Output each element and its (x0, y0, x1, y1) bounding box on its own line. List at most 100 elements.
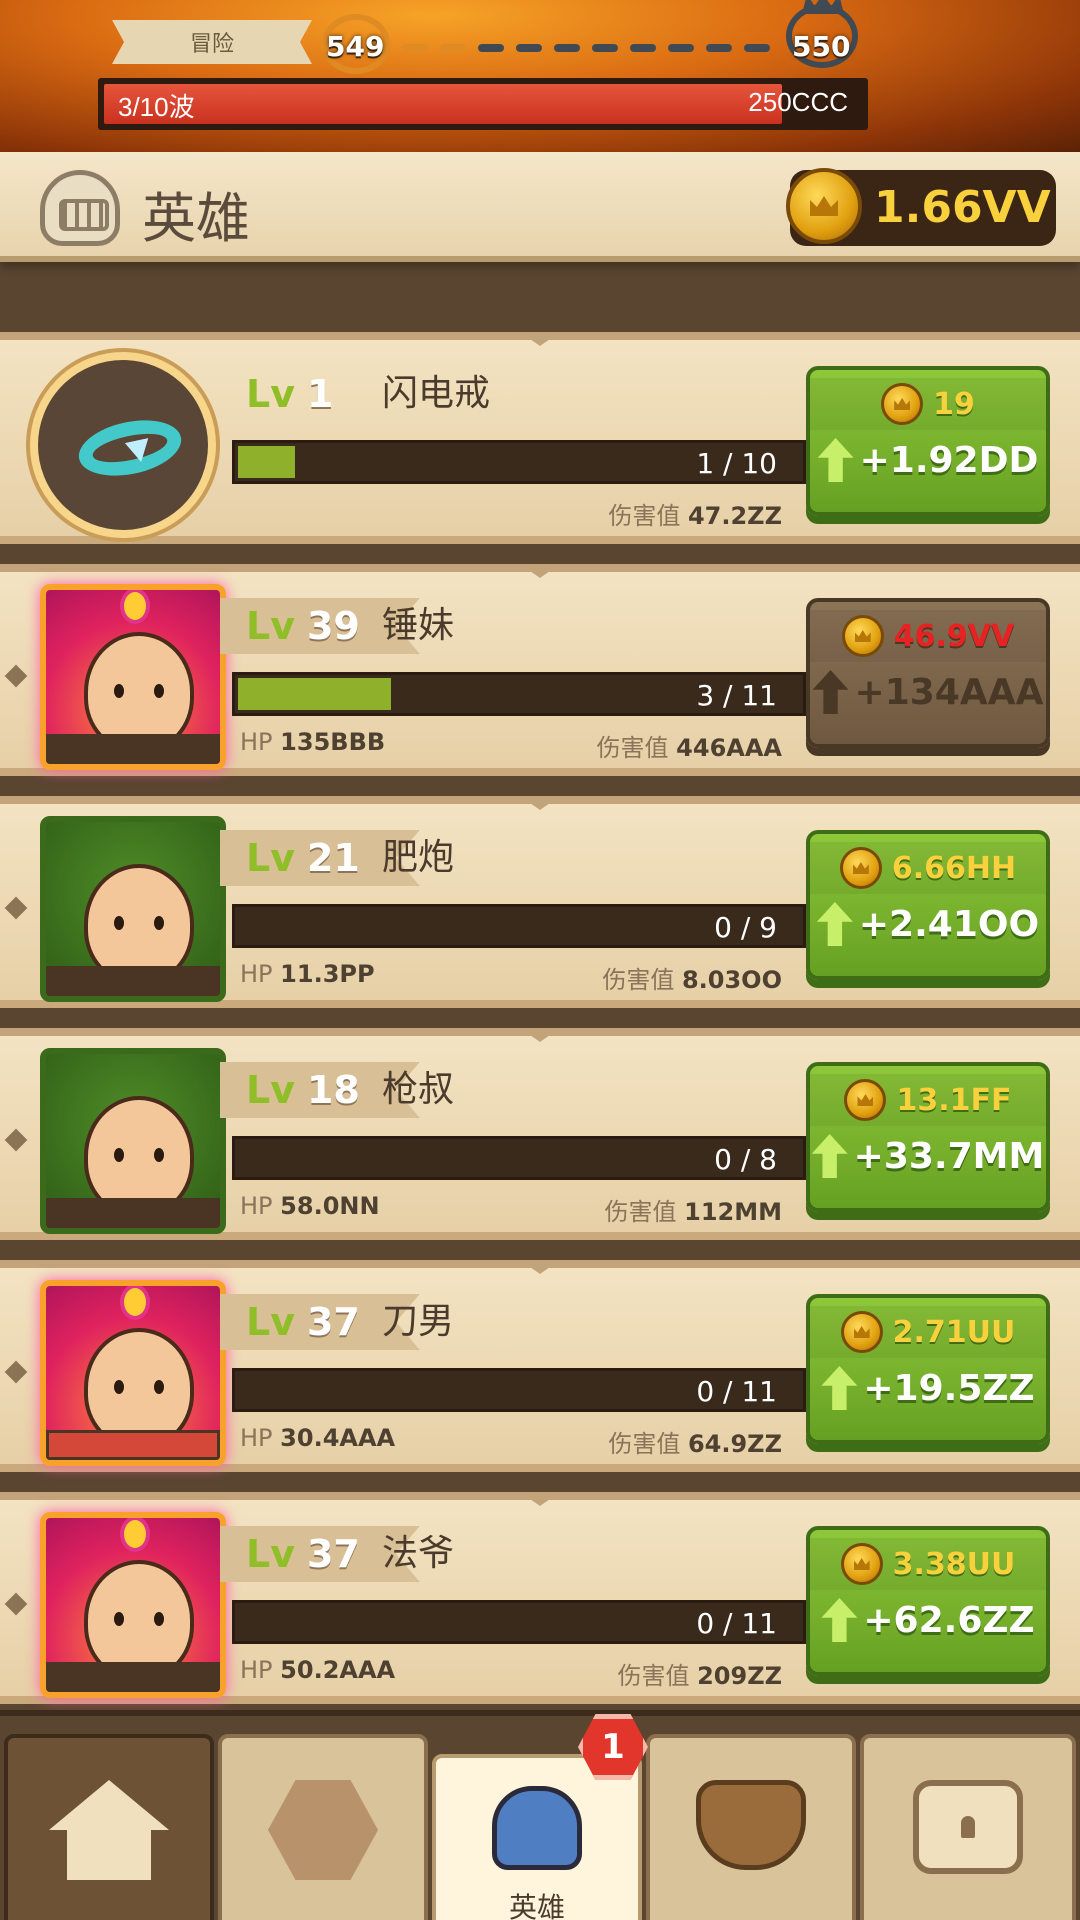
helmet-icon (40, 170, 120, 246)
lightning-ring-icon[interactable] (30, 352, 216, 538)
damage-value: 446AAA (676, 734, 782, 762)
upgrade-button[interactable]: 13.1FF +33.7MM (806, 1062, 1050, 1212)
tab-alchemy[interactable] (646, 1734, 856, 1920)
damage-label: 伤害值 (604, 1198, 677, 1226)
portrait-status-bar (46, 966, 220, 996)
adventure-panel: 冒险 549 550 3/10波 250CCC (0, 0, 1080, 152)
hero-damage: 伤害值 47.2ZZ (608, 496, 782, 531)
stage-path-dot (440, 44, 466, 52)
upgrade-button[interactable]: 2.71UU +19.5ZZ (806, 1294, 1050, 1444)
cost-value: 13.1FF (896, 1082, 1012, 1118)
hero-row[interactable]: Lv 37 法爷 0 / 11 HP 50.2AAA 伤害值 209ZZ 3.38UU +62… (0, 1492, 1080, 1704)
hero-name: 闪电戒 (382, 373, 491, 414)
hp-value: 30.4AAA (280, 1424, 396, 1452)
hero-row[interactable]: Lv 1 闪电戒 1 / 10 伤害值 47.2ZZ 19 +1.92DD (0, 332, 1080, 544)
gain-value: +1.92DD (859, 439, 1039, 481)
diamond-marker-icon (4, 1128, 28, 1152)
portrait-status-bar (46, 1430, 220, 1460)
gold-counter: 1.66VV (786, 168, 1056, 246)
upgrade-progress-text: 3 / 11 (696, 679, 777, 712)
portrait-status-bar (46, 1662, 220, 1692)
upgrade-cost: 2.71UU (810, 1306, 1046, 1358)
diamond-marker-icon (4, 1360, 28, 1384)
hero-hp: HP 30.4AAA (240, 1424, 395, 1452)
gold-coin-icon (840, 1543, 883, 1585)
hero-damage: 伤害值 446AAA (597, 728, 782, 763)
hero-name: 枪叔 (382, 1069, 455, 1110)
gain-value: +62.6ZZ (863, 1599, 1035, 1641)
stage-path-dot (668, 44, 694, 52)
damage-value: 8.03OO (681, 966, 782, 994)
upgrade-button[interactable]: 19 +1.92DD (806, 366, 1050, 516)
row-notch (520, 564, 560, 578)
gold-coin-icon (844, 1079, 887, 1121)
hero-portrait[interactable] (40, 816, 226, 1002)
hp-value: 135BBB (280, 728, 386, 756)
gain-value: +19.5ZZ (863, 1367, 1035, 1409)
upgrade-progress-fill (238, 446, 295, 478)
tab-treasure[interactable] (860, 1734, 1076, 1920)
hero-damage: 伤害值 8.03OO (602, 960, 782, 995)
row-notch (520, 1492, 560, 1506)
level-prefix: Lv (246, 1068, 295, 1112)
level-tag: Lv 1 (220, 366, 393, 422)
gold-coin-icon (786, 168, 862, 244)
upgrade-button[interactable]: 46.9VV +134AAA (806, 598, 1050, 748)
hp-label: HP (240, 1424, 273, 1452)
damage-value: 209ZZ (697, 1662, 782, 1690)
legend-crest-icon (120, 1518, 150, 1552)
gold-amount: 1.66VV (874, 182, 1051, 233)
hp-value: 50.2AAA (280, 1656, 396, 1684)
tab-runes[interactable] (218, 1734, 428, 1920)
upgrade-button[interactable]: 6.66HH +2.41OO (806, 830, 1050, 980)
upgrade-progress-bar: 0 / 8 (232, 1136, 806, 1180)
upgrade-progress-fill (238, 678, 392, 710)
hero-portrait[interactable] (40, 1512, 226, 1698)
up-arrow-icon (821, 1598, 858, 1642)
hero-portrait[interactable] (40, 1048, 226, 1234)
damage-label: 伤害值 (617, 1662, 690, 1690)
level-prefix: Lv (246, 372, 295, 416)
treasure-chest-icon (913, 1780, 1023, 1874)
tab-camp[interactable] (4, 1734, 214, 1920)
up-arrow-icon (816, 902, 853, 946)
wave-hp-bar: 3/10波 250CCC (98, 78, 868, 130)
hero-name: 锤妹 (382, 605, 455, 646)
upgrade-progress-text: 0 / 11 (696, 1607, 777, 1640)
hero-row[interactable]: Lv 39 锤妹 3 / 11 HP 135BBB 伤害值 446AAA 46.9VV +13… (0, 564, 1080, 776)
hero-hp: HP 50.2AAA (240, 1656, 395, 1684)
hero-portrait[interactable] (40, 1280, 226, 1466)
gold-coin-icon (881, 383, 924, 425)
upgrade-gain: +62.6ZZ (810, 1598, 1046, 1642)
level-prefix: Lv (246, 1300, 295, 1344)
hero-list[interactable]: Lv 1 闪电戒 1 / 10 伤害值 47.2ZZ 19 +1.92DD Lv 39 锤妹 3 /… (0, 262, 1080, 1710)
hero-portrait[interactable] (40, 584, 226, 770)
diamond-marker-icon (4, 664, 28, 688)
hp-label: HP (240, 1656, 273, 1684)
stage-path-dot (554, 44, 580, 52)
hp-label: HP (240, 960, 273, 988)
ring-gem-icon (73, 411, 187, 485)
up-arrow-icon (812, 670, 849, 714)
hero-hp: HP 11.3PP (240, 960, 375, 988)
upgrade-button[interactable]: 3.38UU +62.6ZZ (806, 1526, 1050, 1676)
gain-value: +2.41OO (858, 903, 1040, 945)
page-title: 英雄 (142, 187, 250, 250)
wave-hp-fill (104, 84, 782, 124)
enemy-hp: 250CCC (748, 87, 848, 117)
level-number: 37 (306, 1300, 360, 1344)
hero-row[interactable]: Lv 37 刀男 0 / 11 HP 30.4AAA 伤害值 64.9ZZ 2.71UU +1… (0, 1260, 1080, 1472)
level-prefix: Lv (246, 604, 295, 648)
portrait-status-bar (46, 734, 220, 764)
bottom-nav: 英雄 (0, 1710, 1080, 1920)
upgrade-progress-text: 0 / 8 (714, 1143, 777, 1176)
damage-label: 伤害值 (602, 966, 675, 994)
hero-damage: 伤害值 64.9ZZ (608, 1424, 782, 1459)
portrait-status-bar (46, 1198, 220, 1228)
diamond-marker-icon (4, 896, 28, 920)
hero-row[interactable]: Lv 18 枪叔 0 / 8 HP 58.0NN 伤害值 112MM 13.1FF +33.7… (0, 1028, 1080, 1240)
upgrade-progress-text: 0 / 9 (714, 911, 777, 944)
hero-row[interactable]: Lv 21 肥炮 0 / 9 HP 11.3PP 伤害值 8.03OO 6.66HH +2.4… (0, 796, 1080, 1008)
gain-value: +33.7MM (853, 1135, 1045, 1177)
row-notch (520, 332, 560, 346)
